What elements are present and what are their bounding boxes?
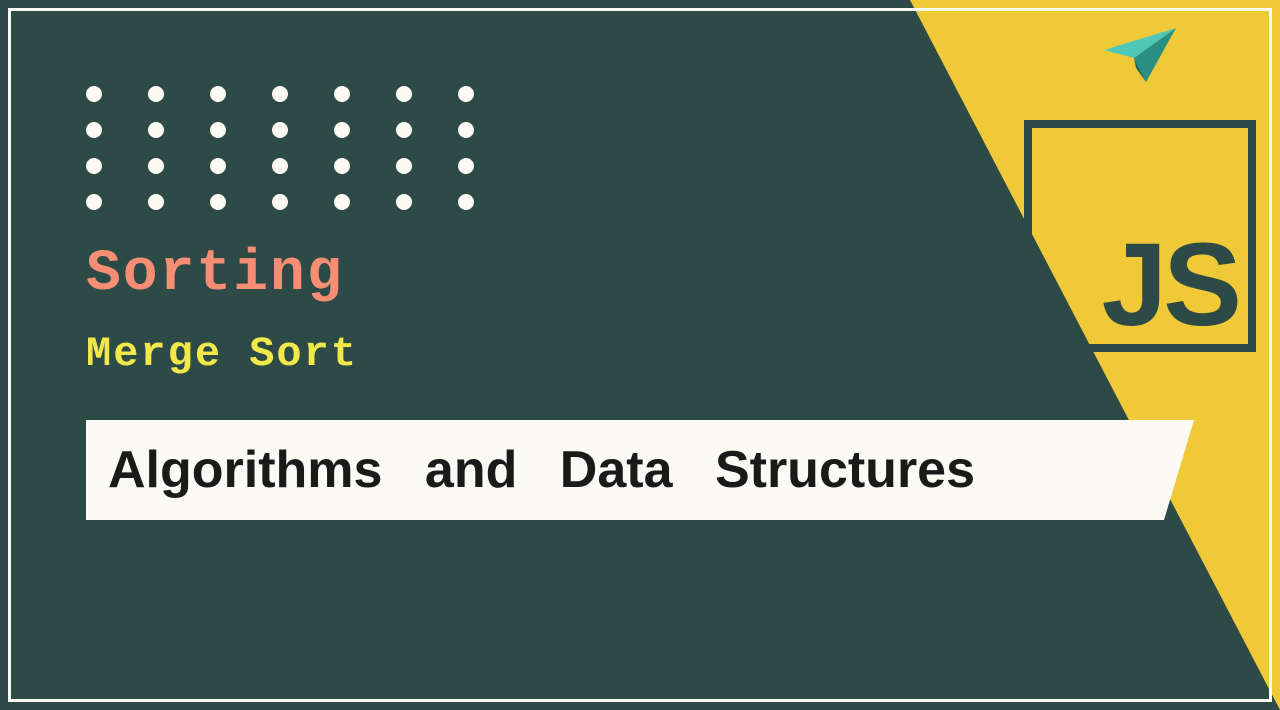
accent-triangle [910,0,1280,710]
decor-dot [396,194,412,210]
decor-dot [334,86,350,102]
decor-dot [86,158,102,174]
js-logo-text: JS [1102,232,1238,338]
decor-dot [86,122,102,138]
decor-dot [458,86,474,102]
decor-dot [458,158,474,174]
js-logo: JS [1024,120,1256,352]
decor-dot [148,86,164,102]
dot-grid [86,86,474,210]
decor-dot [272,122,288,138]
decor-dot [396,158,412,174]
decor-dot [210,86,226,102]
decor-dot [86,86,102,102]
decor-dot [334,194,350,210]
decor-dot [210,158,226,174]
decor-dot [396,86,412,102]
title-primary: Sorting [86,242,344,307]
decor-dot [334,122,350,138]
decor-dot [210,122,226,138]
paper-plane-icon [1104,28,1176,82]
banner: Algorithms and Data Structures [86,420,1194,520]
decor-dot [272,194,288,210]
decor-dot [272,158,288,174]
decor-dot [210,194,226,210]
decor-dot [458,194,474,210]
title-secondary: Merge Sort [86,330,358,378]
banner-text: Algorithms and Data Structures [108,440,975,500]
decor-dot [458,122,474,138]
decor-dot [396,122,412,138]
decor-dot [148,194,164,210]
decor-dot [272,86,288,102]
decor-dot [334,158,350,174]
decor-dot [86,194,102,210]
decor-dot [148,122,164,138]
decor-dot [148,158,164,174]
